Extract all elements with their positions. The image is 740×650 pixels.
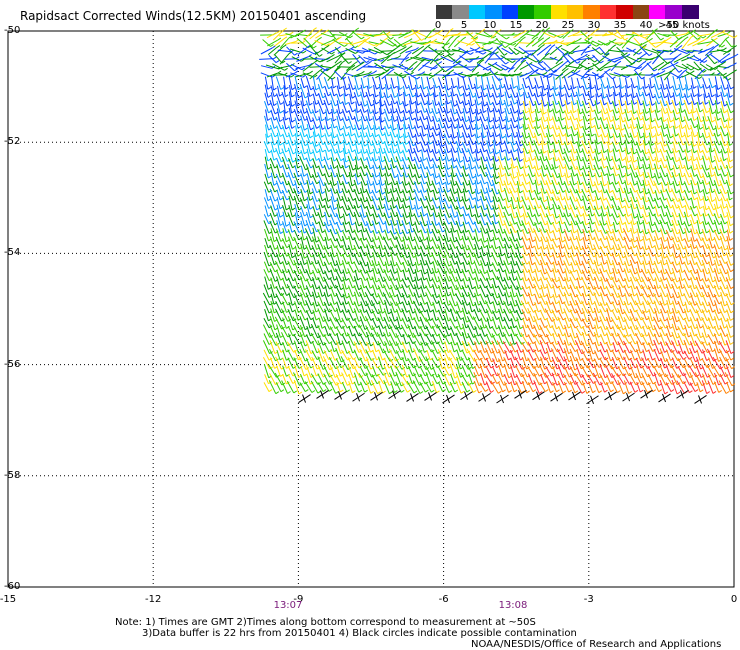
latitude-tick-label: -60 (4, 581, 21, 592)
latitude-tick-label: -56 (4, 358, 21, 370)
plot-frame (7, 30, 735, 588)
latitude-tick-label: -50 (4, 25, 21, 36)
longitude-tick-label: -12 (145, 594, 162, 605)
note-line-1: Note: 1) Times are GMT 2)Times along bot… (115, 617, 536, 628)
wind-barbs-swath (259, 27, 739, 405)
longitude-tick-label: -15 (0, 594, 17, 605)
longitude-tick-label: -3 (583, 594, 594, 605)
note-line-3: NOAA/NESDIS/Office of Research and Appli… (471, 639, 722, 650)
note-line-2: 3)Data buffer is 22 hrs from 20150401 4)… (142, 628, 577, 639)
time-label-1: 13:07 (273, 600, 303, 611)
latitude-tick-label: -52 (4, 136, 21, 148)
latitude-tick-label: -54 (4, 247, 21, 259)
longitude-tick-label: 0 (730, 594, 738, 605)
time-label-2: 13:08 (498, 600, 528, 611)
longitude-tick-label: -6 (438, 594, 449, 605)
wind-map-plot (7, 27, 739, 588)
latitude-tick-label: -58 (4, 469, 21, 481)
map-grid (8, 31, 734, 587)
